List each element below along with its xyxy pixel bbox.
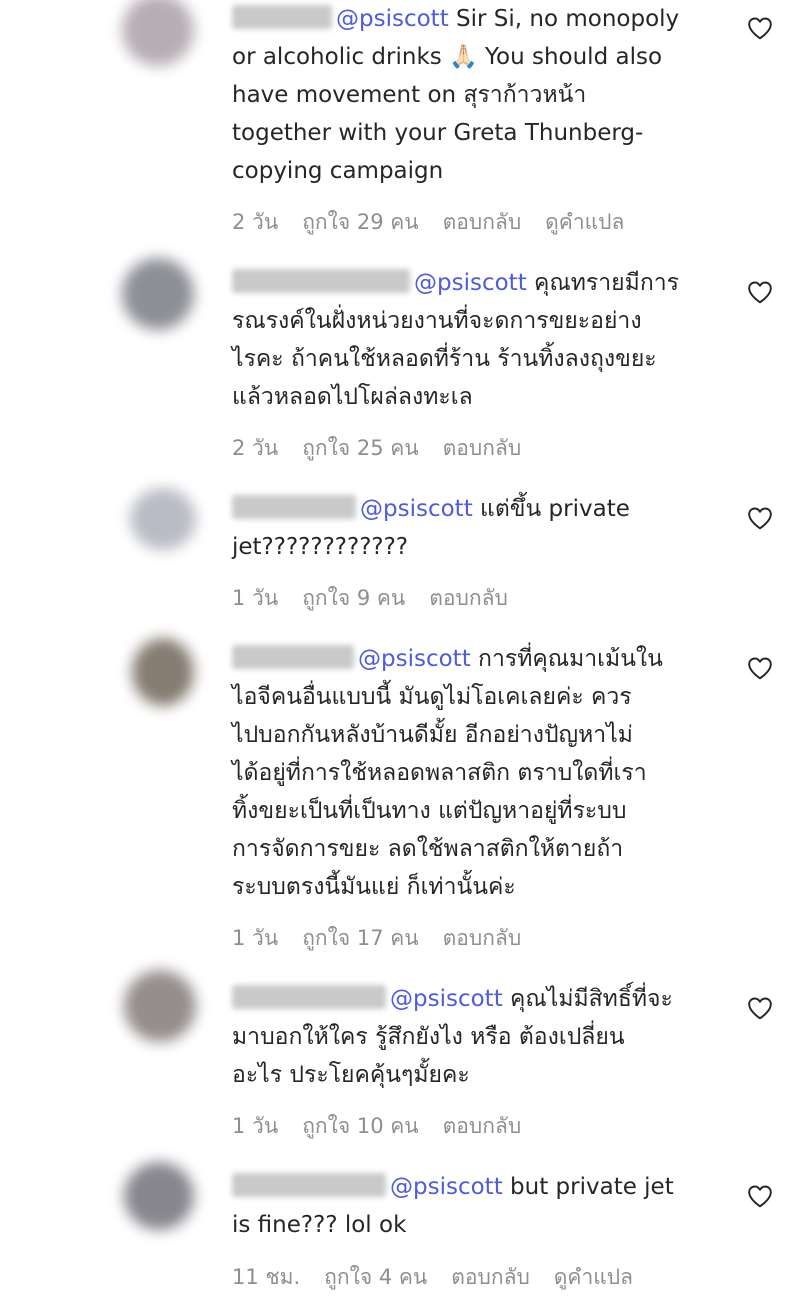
mention-link[interactable]: @psiscott [414,270,527,296]
heart-icon[interactable] [747,656,773,680]
reply-button[interactable]: ตอบกลับ [443,210,522,234]
see-translation-button[interactable]: ดูคำแปล [554,1265,633,1289]
comment-line: or alcoholic drinks 🙏🏻 You should also [232,44,663,70]
comment-line: together with your Greta Thunberg- [232,120,644,146]
comment-line: การจัดการขยะ ลดใช้พลาสติกให้ตายถ้า [232,836,624,862]
comment-line: การที่คุณมาเม้นใน [478,646,663,672]
reply-button[interactable]: ตอบกลับ [451,1265,530,1289]
timestamp[interactable]: 1 วัน [232,586,278,610]
timestamp[interactable]: 1 วัน [232,926,278,950]
comment-meta: 2 วัน ถูกใจ 25 คน ตอบกลับ [232,432,545,465]
username-redacted[interactable] [232,1173,386,1197]
likes-count[interactable]: ถูกใจ 25 คน [302,436,418,460]
comment-line: have movement on สุราก้าวหน้า [232,82,587,108]
comment-line: ทิ้งขยะเป็นที่เป็นทาง แต่ปัญหาอยู่ที่ระบ… [232,798,627,824]
username-redacted[interactable] [232,269,410,293]
comment-line: copying campaign [232,158,444,184]
comment-line: แล้วหลอดไปโผล่ลงทะเล [232,384,473,410]
timestamp[interactable]: 1 วัน [232,1114,278,1138]
comment-line: is fine??? lol ok [232,1212,407,1238]
comment-line: ไปบอกกันหลังบ้านดีมั้ย อีกอย่างปัญหาไม่ [232,722,633,748]
comment-meta: 11 ชม. ถูกใจ 4 คน ตอบกลับ ดูคำแปล [232,1261,657,1294]
comment-text: @psiscott คุณทรายมีการ รณรงค์ในฝั่งหน่วย… [232,264,732,416]
timestamp[interactable]: 11 ชม. [232,1265,300,1289]
reply-button[interactable]: ตอบกลับ [429,586,508,610]
comment-line: มาบอกให้ใคร รู้สึกยังไง หรือ ต้องเปลี่ยน [232,1024,625,1050]
avatar[interactable] [124,970,196,1042]
comment-text: @psiscott แต่ขึ้น private jet???????????… [232,490,732,566]
mention-link[interactable]: @psiscott [390,986,503,1012]
timestamp[interactable]: 2 วัน [232,210,278,234]
reply-button[interactable]: ตอบกลับ [443,926,522,950]
comment-text: @psiscott Sir Si, no monopoly or alcohol… [232,0,732,190]
avatar[interactable] [132,638,194,706]
heart-icon[interactable] [747,1184,773,1208]
avatar[interactable] [124,1162,194,1230]
comment-line: jet???????????? [232,534,409,560]
mention-link[interactable]: @psiscott [360,496,473,522]
comment-line: อะไร ประโยคคุ้นๆมั้ยคะ [232,1062,470,1088]
mention-link[interactable]: @psiscott [390,1174,503,1200]
likes-count[interactable]: ถูกใจ 9 คน [302,586,405,610]
avatar[interactable] [122,258,194,330]
comment-text: @psiscott but private jet is fine??? lol… [232,1168,732,1244]
reply-button[interactable]: ตอบกลับ [443,436,522,460]
likes-count[interactable]: ถูกใจ 4 คน [324,1265,427,1289]
mention-link[interactable]: @psiscott [336,6,449,32]
comment-line: but private jet [510,1174,674,1200]
likes-count[interactable]: ถูกใจ 10 คน [302,1114,418,1138]
heart-icon[interactable] [747,506,773,530]
comment-line: แต่ขึ้น private [480,496,630,522]
comment-meta: 1 วัน ถูกใจ 10 คน ตอบกลับ [232,1110,545,1143]
username-redacted[interactable] [232,645,354,669]
comment-line: ไรคะ ถ้าคนใช้หลอดที่ร้าน ร้านทิ้งลงถุงขย… [232,346,657,372]
avatar[interactable] [122,0,194,66]
likes-count[interactable]: ถูกใจ 17 คน [302,926,418,950]
heart-icon[interactable] [747,996,773,1020]
likes-count[interactable]: ถูกใจ 29 คน [302,210,418,234]
heart-icon[interactable] [747,16,773,40]
comment-line: คุณทรายมีการ [534,270,680,296]
comment-line: Sir Si, no monopoly [456,6,680,32]
timestamp[interactable]: 2 วัน [232,436,278,460]
comment-line: คุณไม่มีสิทธิ์ที่จะ [510,986,673,1012]
username-redacted[interactable] [232,985,386,1009]
comment-meta: 1 วัน ถูกใจ 17 คน ตอบกลับ [232,922,545,955]
comment-line: ระบบตรงนี้มันแย่ ก็เท่านั้นค่ะ [232,874,516,900]
username-redacted[interactable] [232,495,356,519]
avatar[interactable] [130,488,196,550]
comment-line: รณรงค์ในฝั่งหน่วยงานที่จะดการขยะอย่าง [232,308,642,334]
see-translation-button[interactable]: ดูคำแปล [545,210,624,234]
comment-meta: 1 วัน ถูกใจ 9 คน ตอบกลับ [232,582,532,615]
comment-line: ได้อยู่ที่การใช้หลอดพลาสติก ตราบใดที่เรา [232,760,647,786]
comment-text: @psiscott คุณไม่มีสิทธิ์ที่จะ มาบอกให้ใค… [232,980,732,1094]
comment-text: @psiscott การที่คุณมาเม้นใน ไอจีคนอื่นแบ… [232,640,732,906]
username-redacted[interactable] [232,5,332,29]
reply-button[interactable]: ตอบกลับ [443,1114,522,1138]
heart-icon[interactable] [747,280,773,304]
comment-line: ไอจีคนอื่นแบบนี้ มันดูไม่โอเคเลยค่ะ ควร [232,684,632,710]
mention-link[interactable]: @psiscott [358,646,471,672]
comment-meta: 2 วัน ถูกใจ 29 คน ตอบกลับ ดูคำแปล [232,206,648,239]
